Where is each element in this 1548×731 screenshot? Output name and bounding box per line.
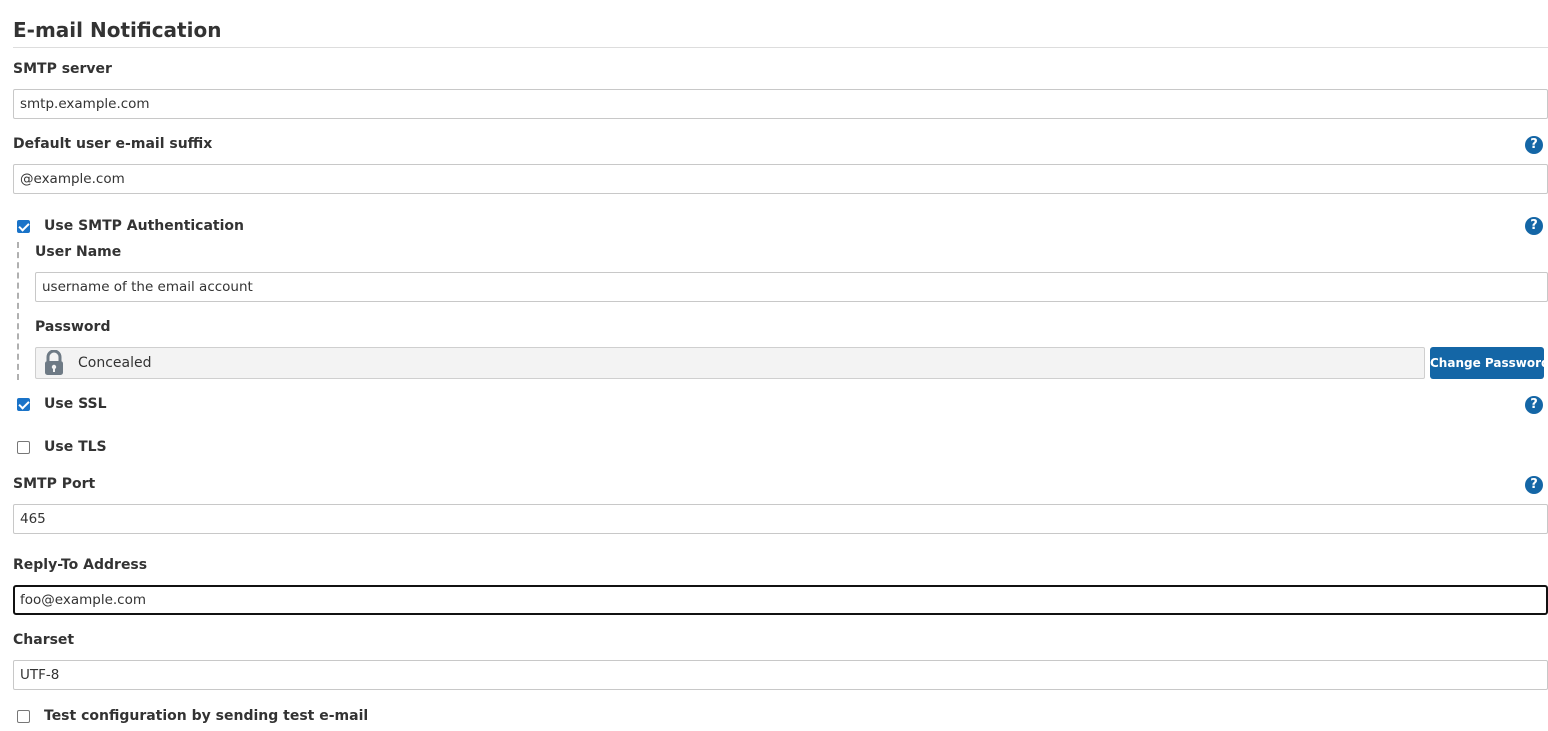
email-suffix-help-icon[interactable]: ? [1525,136,1543,154]
section-title: E-mail Notification [13,18,222,42]
charset-input[interactable] [13,660,1548,690]
email-suffix-label: Default user e-mail suffix [13,136,213,152]
use-ssl-label: Use SSL [44,396,107,412]
reply-to-input[interactable] [13,585,1548,615]
smtp-auth-label: Use SMTP Authentication [44,218,245,234]
smtp-auth-nested-divider [17,242,19,380]
use-tls-label: Use TLS [44,439,107,455]
lock-icon [44,349,64,376]
smtp-auth-help-icon[interactable]: ? [1525,217,1543,235]
use-ssl-row: Use SSL [13,396,107,412]
test-config-label: Test configuration by sending test e-mai… [44,708,369,724]
email-notification-page: E-mail Notification SMTP server Default … [0,0,1548,731]
use-ssl-checkbox[interactable] [17,397,30,411]
smtp-auth-row: Use SMTP Authentication [13,218,244,234]
section-divider [13,47,1548,48]
use-tls-row: Use TLS [13,439,107,455]
smtp-port-input[interactable] [13,504,1548,534]
use-tls-checkbox[interactable] [17,440,30,454]
email-suffix-input[interactable] [13,164,1548,194]
use-ssl-help-icon[interactable]: ? [1525,396,1543,414]
smtp-auth-checkbox[interactable] [17,219,30,233]
password-concealed-field: Concealed [35,347,1425,379]
password-label: Password [35,319,111,335]
change-password-button[interactable]: Change Password [1430,347,1548,379]
password-concealed-text: Concealed [78,355,152,371]
smtp-port-help-icon[interactable]: ? [1525,476,1543,494]
username-input[interactable] [35,272,1548,302]
username-label: User Name [35,244,122,260]
smtp-server-label: SMTP server [13,61,112,77]
smtp-port-label: SMTP Port [13,476,96,492]
smtp-server-input[interactable] [13,89,1548,119]
test-config-row: Test configuration by sending test e-mai… [13,708,368,724]
reply-to-label: Reply-To Address [13,557,148,573]
charset-label: Charset [13,632,75,648]
test-config-checkbox[interactable] [17,709,30,723]
